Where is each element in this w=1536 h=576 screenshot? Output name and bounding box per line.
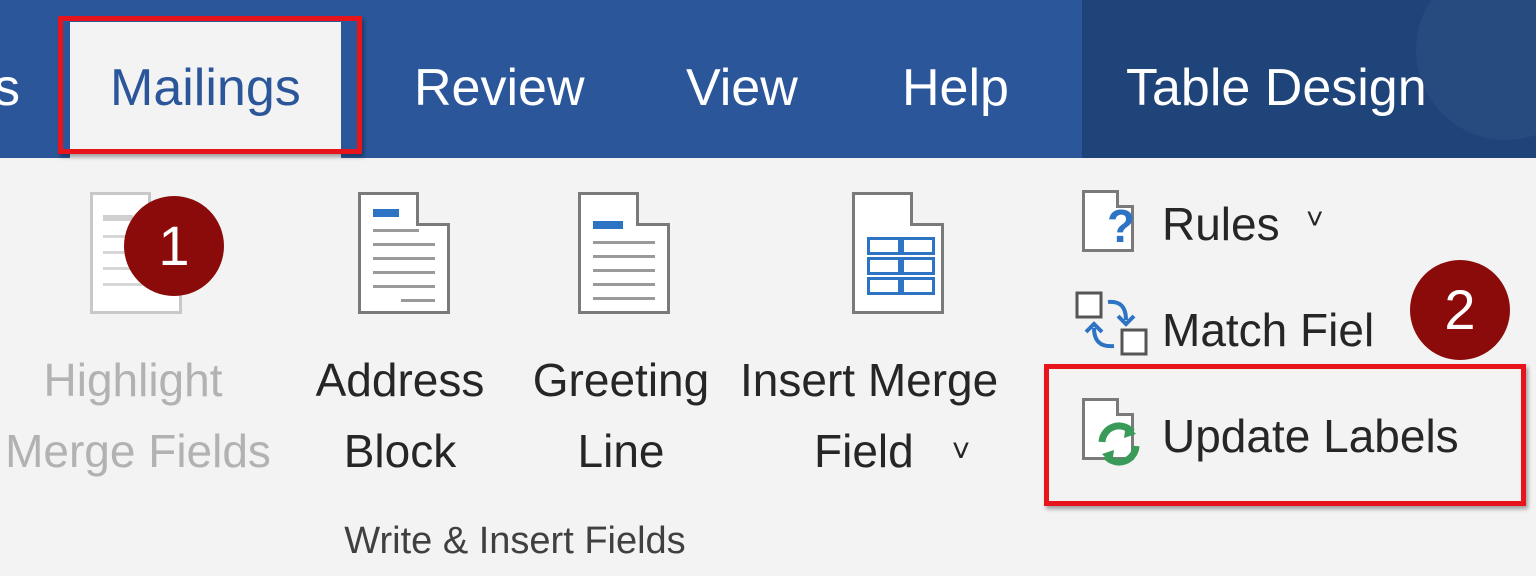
mailings-highlight-box (58, 16, 362, 154)
greeting-line-icon (578, 192, 670, 314)
address-label-line2: Block (343, 425, 457, 477)
tab-partial[interactable]: s (0, 0, 20, 158)
insert-label-line1: Insert Merge (740, 354, 999, 406)
rules-chevron-down-icon: ˅ (1306, 203, 1324, 236)
step-2-callout: 2 (1410, 260, 1510, 360)
insert-merge-field-icon (852, 192, 944, 314)
rules-icon: ? (1082, 190, 1135, 252)
address-label-line1: Address (315, 354, 485, 406)
greeting-label-line1: Greeting (532, 354, 710, 406)
rules-label: Rules (1162, 198, 1280, 250)
step-1-callout: 1 (124, 196, 224, 296)
address-block-icon (358, 192, 450, 314)
match-fields-label: Match Fiel (1162, 304, 1375, 356)
tab-view[interactable]: View (686, 0, 798, 158)
tab-help[interactable]: Help (902, 0, 1009, 158)
group-label-write-insert-fields: Write & Insert Fields (344, 520, 686, 562)
match-fields-icon (1075, 291, 1148, 356)
tab-table-design[interactable]: Table Design (1126, 0, 1427, 158)
insert-label-line2: Field (814, 425, 914, 477)
greeting-label-line2: Line (577, 425, 665, 477)
highlight-label-line1: Highlight (43, 354, 223, 406)
tab-review[interactable]: Review (414, 0, 585, 158)
chevron-down-icon: ˅ (951, 433, 971, 469)
highlight-label-line2: Merge Fields (5, 425, 271, 477)
update-labels-highlight-box (1044, 364, 1526, 506)
